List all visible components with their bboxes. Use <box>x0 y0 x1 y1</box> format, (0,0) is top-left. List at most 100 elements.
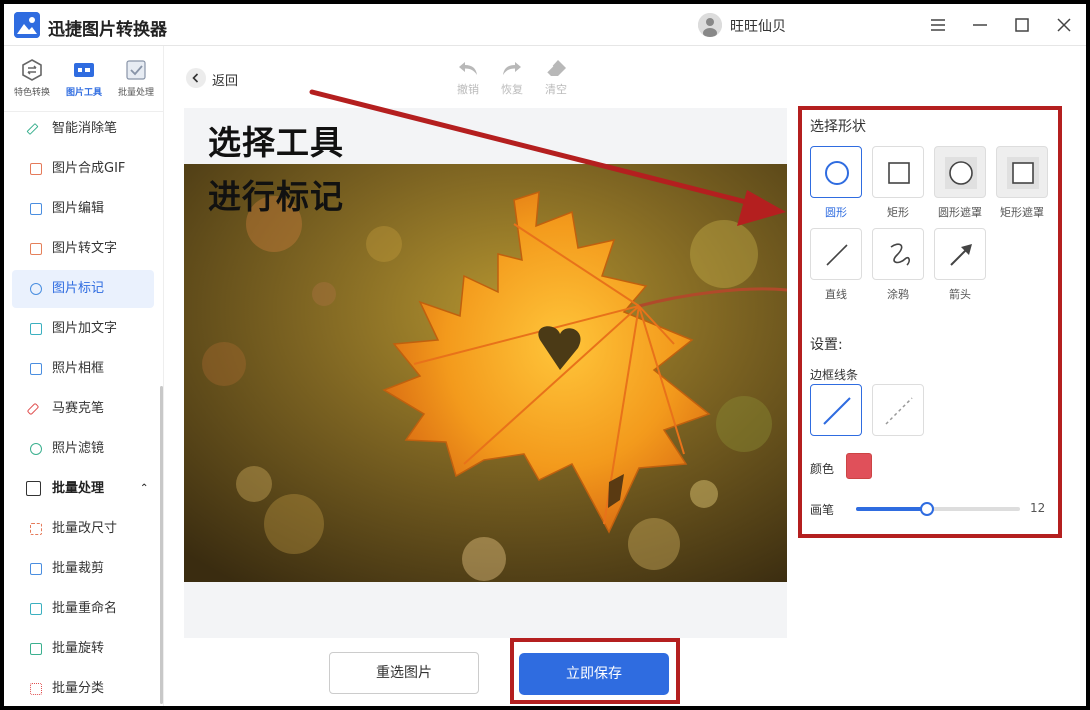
shape-circle-mask-button[interactable] <box>934 146 986 198</box>
sidebar-item-label: 批量处理 <box>52 481 105 496</box>
eraser-pen-icon <box>26 122 39 136</box>
batch-section-icon <box>26 481 41 496</box>
sidebar-scrollbar[interactable] <box>160 386 163 704</box>
image-tools-icon <box>72 58 96 82</box>
shape-settings-panel: 选择形状 圆形 矩形 圆形遮罩 矩形遮罩 直线 涂鸦 箭头 设置: 边框线条 颜… <box>798 106 1062 538</box>
shape-arrow-button[interactable] <box>934 228 986 280</box>
sidebar: 特色转换 图片工具 批量处理 智能消除笔 图片合成GIF 图片编辑 图片转文字 … <box>4 46 164 706</box>
close-icon[interactable] <box>1051 12 1077 38</box>
sidebar-item-mark[interactable]: 图片标记 <box>12 270 154 308</box>
back-label: 返回 <box>212 74 239 89</box>
app-logo-icon <box>14 12 40 38</box>
shape-circle-button[interactable] <box>810 146 862 198</box>
line-solid-button[interactable] <box>810 384 862 436</box>
eraser-icon <box>546 60 566 76</box>
line-icon <box>826 244 848 266</box>
redo-button[interactable]: 恢复 <box>492 58 532 102</box>
reselect-image-button[interactable]: 重选图片 <box>329 652 479 694</box>
arrow-icon <box>950 244 972 266</box>
shape-heading: 选择形状 <box>810 119 866 135</box>
frame-icon <box>30 363 42 375</box>
circle-icon <box>825 161 849 185</box>
shape-scribble-button[interactable] <box>872 228 924 280</box>
sidebar-item-label: 照片滤镜 <box>52 441 105 456</box>
sidebar-item-rotate[interactable]: 批量旋转 <box>12 630 154 668</box>
hamburger-icon[interactable] <box>925 12 951 38</box>
leaf-photo <box>184 164 787 582</box>
minimize-icon[interactable] <box>967 12 993 38</box>
dashed-line-icon <box>885 397 913 425</box>
editing-canvas[interactable]: 选择工具 进行标记 <box>184 108 787 638</box>
sidebar-item-resize[interactable]: 批量改尺寸 <box>12 510 154 548</box>
mosaic-icon <box>26 402 40 416</box>
sidebar-item-edit[interactable]: 图片编辑 <box>12 190 154 228</box>
sidebar-item-eraser-pen[interactable]: 智能消除笔 <box>12 110 154 148</box>
tab-label: 批量处理 <box>117 88 154 98</box>
batch-icon <box>124 58 148 82</box>
sidebar-item-rename[interactable]: 批量重命名 <box>12 590 154 628</box>
clear-label: 清空 <box>545 83 567 96</box>
shape-rectangle-button[interactable] <box>872 146 924 198</box>
color-label: 颜色 <box>810 462 835 476</box>
chevron-left-icon <box>186 68 206 88</box>
shape-line-button[interactable] <box>810 228 862 280</box>
undo-button[interactable]: 撤销 <box>448 58 488 102</box>
rectangle-icon <box>888 162 910 184</box>
sidebar-tabs: 特色转换 图片工具 批量处理 <box>4 46 164 112</box>
rectangle-mask-icon <box>1007 157 1039 189</box>
sidebar-section-batch[interactable]: 批量处理 ⌃ <box>12 470 154 508</box>
gif-icon <box>30 163 42 175</box>
avatar[interactable] <box>698 13 722 37</box>
sidebar-item-label: 图片编辑 <box>52 201 105 216</box>
convert-icon <box>20 58 44 82</box>
brush-size-slider[interactable] <box>856 502 1020 516</box>
image-to-text-icon <box>30 243 42 255</box>
sidebar-item-label: 图片转文字 <box>52 241 118 256</box>
filter-icon <box>30 443 42 455</box>
sidebar-item-frame[interactable]: 照片相框 <box>12 350 154 388</box>
rename-icon <box>30 603 42 615</box>
sidebar-item-label: 照片相框 <box>52 361 105 376</box>
tab-image-tools[interactable]: 图片工具 <box>58 58 110 104</box>
sidebar-item-label: 批量改尺寸 <box>52 521 118 536</box>
clear-button[interactable]: 清空 <box>536 58 576 102</box>
solid-line-icon <box>823 397 851 425</box>
sidebar-item-image-to-text[interactable]: 图片转文字 <box>12 230 154 268</box>
sidebar-item-label: 马赛克笔 <box>52 401 105 416</box>
sidebar-item-label: 批量分类 <box>52 681 105 696</box>
sidebar-item-classify[interactable]: 批量分类 <box>12 670 154 706</box>
user-name[interactable]: 旺旺仙贝 <box>730 16 786 36</box>
sidebar-item-label: 图片合成GIF <box>52 161 126 176</box>
settings-heading: 设置: <box>810 337 843 353</box>
sidebar-item-add-text[interactable]: 图片加文字 <box>12 310 154 348</box>
sidebar-item-filter[interactable]: 照片滤镜 <box>12 430 154 468</box>
app-window: 迅捷图片转换器 旺旺仙贝 特色转换 图片工具 批量处理 智能消除笔 图片合成GI… <box>4 4 1086 706</box>
maximize-icon[interactable] <box>1009 12 1035 38</box>
sidebar-item-mosaic[interactable]: 马赛克笔 <box>12 390 154 428</box>
tab-batch[interactable]: 批量处理 <box>110 58 162 104</box>
redo-label: 恢复 <box>501 83 523 96</box>
tab-label: 特色转换 <box>13 88 50 98</box>
sidebar-item-label: 图片标记 <box>52 281 105 296</box>
mark-icon <box>30 283 42 295</box>
redo-icon <box>503 62 521 75</box>
sidebar-item-label: 批量重命名 <box>52 601 118 616</box>
brush-size-value: 12 <box>1030 501 1046 515</box>
classify-icon <box>30 683 42 695</box>
color-swatch[interactable] <box>846 453 872 479</box>
resize-icon <box>30 523 42 535</box>
slider-thumb[interactable] <box>919 502 934 516</box>
app-title: 迅捷图片转换器 <box>48 20 167 40</box>
sidebar-item-gif[interactable]: 图片合成GIF <box>12 150 154 188</box>
sidebar-item-label: 批量旋转 <box>52 641 105 656</box>
sidebar-item-crop[interactable]: 批量裁剪 <box>12 550 154 588</box>
add-text-icon <box>30 323 42 335</box>
shape-label: 圆形 <box>825 206 847 219</box>
slider-fill <box>856 507 927 511</box>
shape-label: 矩形遮罩 <box>1000 206 1044 219</box>
line-dashed-button[interactable] <box>872 384 924 436</box>
tab-feature-convert[interactable]: 特色转换 <box>6 58 58 104</box>
title-bar: 迅捷图片转换器 旺旺仙贝 <box>4 4 1086 46</box>
sidebar-item-label: 图片加文字 <box>52 321 118 336</box>
shape-rectangle-mask-button[interactable] <box>996 146 1048 198</box>
